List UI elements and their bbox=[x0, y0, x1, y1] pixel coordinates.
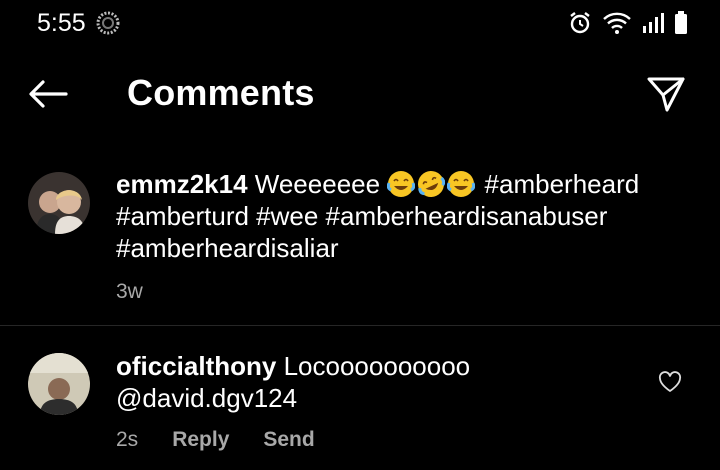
caption-text: emmz2k14 Weeeeeee #amberheard #amberturd… bbox=[116, 168, 696, 264]
page-title: Comments bbox=[127, 72, 315, 113]
back-arrow-icon bbox=[29, 80, 68, 108]
divider bbox=[0, 325, 720, 326]
caption-author-avatar[interactable] bbox=[28, 172, 90, 234]
avatar-photo bbox=[28, 353, 90, 415]
paper-plane-icon bbox=[647, 77, 685, 112]
status-time: 5:55 bbox=[37, 9, 86, 37]
share-button[interactable] bbox=[646, 74, 686, 114]
caption-username[interactable]: emmz2k14 bbox=[116, 169, 248, 199]
comment-author-avatar[interactable] bbox=[28, 353, 90, 415]
caption-timestamp: 3w bbox=[116, 280, 143, 303]
send-button[interactable]: Send bbox=[263, 428, 314, 452]
caption-body: Weeeeeee bbox=[254, 169, 381, 199]
battery-icon bbox=[675, 11, 687, 34]
reply-button[interactable]: Reply bbox=[172, 428, 229, 452]
comment-username[interactable]: oficcialthony bbox=[116, 351, 276, 381]
alarm-icon bbox=[570, 12, 590, 34]
comments-header: Comments bbox=[0, 58, 720, 130]
back-button[interactable] bbox=[26, 76, 70, 112]
comment-text: oficcialthony Locoooooooooo @david.dgv12… bbox=[116, 350, 636, 414]
status-bar: 5:55 bbox=[0, 0, 720, 46]
face-with-tears-of-joy-icon bbox=[387, 171, 416, 197]
like-heart-icon[interactable] bbox=[658, 371, 682, 393]
loading-spinner-icon bbox=[96, 11, 120, 35]
comment-timestamp: 2s bbox=[116, 428, 139, 451]
signal-icon bbox=[643, 13, 664, 33]
wifi-icon bbox=[603, 12, 631, 34]
comment-actions: 2s Reply Send bbox=[116, 428, 315, 452]
avatar-photo bbox=[28, 172, 90, 234]
rolling-on-the-floor-laughing-icon bbox=[418, 171, 446, 197]
face-with-tears-of-joy-icon bbox=[447, 171, 476, 197]
status-icons bbox=[568, 10, 688, 36]
